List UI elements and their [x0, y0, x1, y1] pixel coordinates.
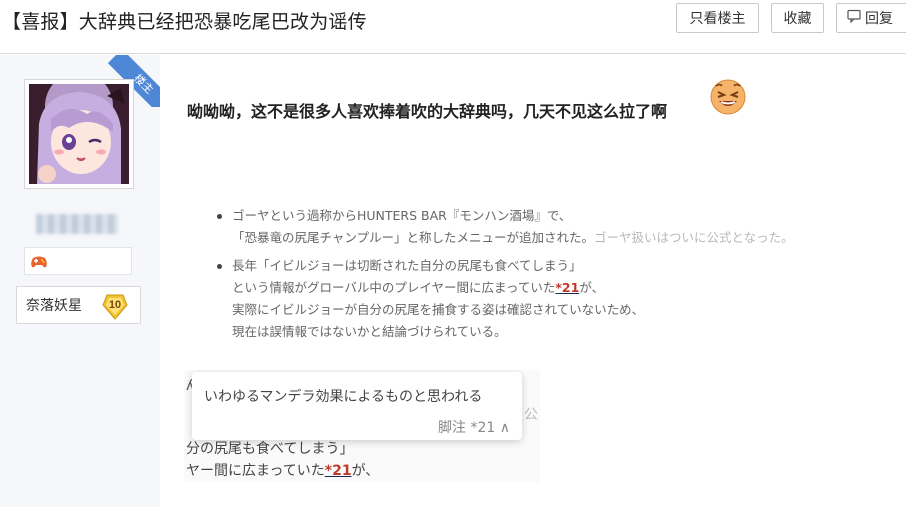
level-name: 奈落妖星 — [26, 298, 82, 314]
reply-button[interactable]: 回复 — [836, 3, 906, 33]
thread-header: 【喜报】大辞典已经把恐暴吃尾巴改为谣传 只看楼主 收藏 回复 — [0, 0, 906, 54]
quoted-wiki-excerpt: ゴーヤという過称からHUNTERS BAR『モンハン酒場』で、 「恐暴竜の尻尾チ… — [210, 205, 860, 349]
only-op-label: 只看楼主 — [689, 11, 746, 27]
excerpt-line: 長年「イビルジョーは切断された自分の尻尾も食べてしまう」 — [232, 258, 582, 273]
excerpt-line: 現在は誤情報ではないかと結論づけられている。 — [232, 324, 507, 339]
screenshot-background-text: 分の尻尾も食べてしまう」 ヤー間に広まっていた*21が、 — [186, 441, 380, 479]
edge-char-right: 公 — [524, 407, 538, 423]
post-body-text: 呦呦呦，这不是很多人喜欢捧着吹的大辞典吗，几天不见这么拉了啊 — [187, 102, 668, 121]
favorite-label: 收藏 — [783, 11, 812, 27]
level-number: 10 — [109, 299, 121, 311]
only-op-button[interactable]: 只看楼主 — [676, 3, 759, 33]
excerpt-line: ゴーヤという過称からHUNTERS BAR『モンハン酒場』で、 — [232, 208, 572, 223]
footnote-link[interactable]: *21 — [555, 280, 579, 295]
list-item: 長年「イビルジョーは切断された自分の尻尾も食べてしまう」 という情報がグローバル… — [210, 255, 860, 343]
gamepad-icon — [30, 254, 48, 273]
footnote-popup: いわゆるマンデラ効果によるものと思われる 脚注 *21 ∧ — [192, 372, 522, 440]
footnote-popup-ref[interactable]: 脚注 *21 ∧ — [438, 417, 510, 437]
favorite-button[interactable]: 收藏 — [771, 3, 824, 33]
excerpt-line: 「恐暴竜の尻尾チャンプルー」と称したメニューが追加された。ゴーヤ扱いはついに公式… — [232, 230, 794, 245]
excerpt-line: 実際にイビルジョーが自分の尻尾を捕食する姿は確認されていないため、 — [232, 302, 645, 317]
excerpt-line: という情報がグローバル中のプレイヤー間に広まっていた*21が、 — [232, 280, 605, 295]
username-blurred — [36, 214, 118, 234]
level-badge-icon: 10 — [100, 291, 130, 321]
laughing-face-icon — [708, 77, 748, 117]
medal-box — [24, 247, 132, 275]
avatar-image — [29, 84, 129, 184]
reply-icon — [847, 9, 861, 27]
list-item: ゴーヤという過称からHUNTERS BAR『モンハン酒場』で、 「恐暴竜の尻尾チ… — [210, 205, 860, 249]
user-level: 奈落妖星 10 — [16, 286, 141, 324]
footnote-popup-text: いわゆるマンデラ効果によるものと思われる — [204, 389, 483, 405]
avatar[interactable] — [24, 79, 134, 189]
thread-title: 【喜报】大辞典已经把恐暴吃尾巴改为谣传 — [2, 11, 367, 33]
footnote-screenshot: ʎ 公 分の尻尾も食べてしまう」 ヤー間に広まっていた*21が、 いわゆるマンデ… — [184, 370, 540, 482]
reply-label: 回复 — [865, 11, 893, 27]
